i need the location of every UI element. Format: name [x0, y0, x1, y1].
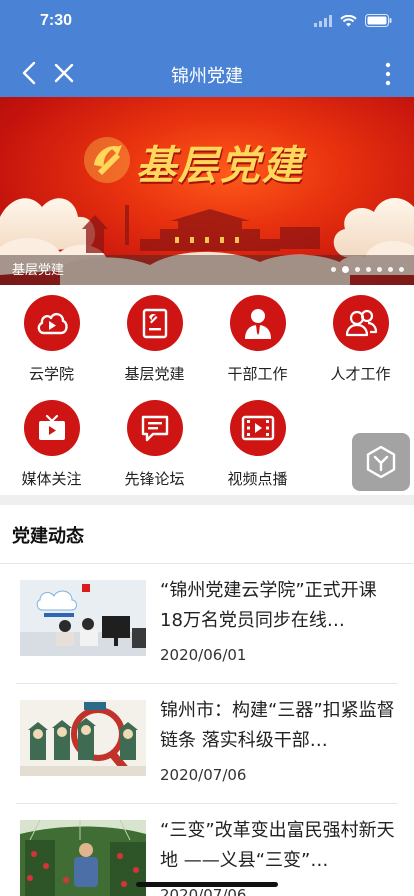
news-date: 2020/07/06: [160, 886, 247, 896]
carousel-dot-active[interactable]: [342, 266, 349, 273]
news-date: 2020/07/06: [160, 766, 247, 784]
carousel-dot[interactable]: [388, 267, 393, 272]
home-indicator[interactable]: [136, 882, 278, 887]
news-thumbnail: [20, 820, 146, 896]
carousel-dot[interactable]: [331, 267, 336, 272]
news-title: 锦州市：构建“三器”扣紧监督链条 落实科级干部…: [160, 700, 395, 751]
party-book-icon: [142, 308, 167, 339]
grid-label: 视频点播: [227, 470, 288, 488]
news-item[interactable]: “锦州党建云学院”正式开课 18万名党员同步在线… 2020/06/01: [0, 564, 414, 684]
wifi-icon: [340, 14, 357, 26]
grid-label: 人才工作: [330, 365, 391, 383]
grid-label: 云学院: [28, 365, 74, 383]
grid-item-cloud-academy[interactable]: 云学院: [0, 295, 103, 384]
news-title: “三变”改革变出富民强村新天地 ——义县“三变”…: [160, 820, 395, 871]
carousel-indicator: [331, 266, 404, 273]
grid-label: 媒体关注: [21, 470, 82, 488]
news-date: 2020/06/01: [160, 646, 247, 664]
status-bar: 7:30: [0, 0, 414, 46]
film-play-icon: [241, 415, 274, 441]
grid-icon-circle: [332, 295, 389, 351]
banner-caption: 基层党建: [12, 263, 65, 278]
battery-icon: [365, 14, 392, 27]
floating-assistant-button[interactable]: [352, 433, 410, 491]
grid-icon-circle: [126, 295, 183, 351]
top-bar: 7:30 锦州党建: [0, 0, 414, 97]
section-divider: [0, 495, 414, 505]
grid-label: 基层党建: [124, 365, 185, 383]
cloud-play-icon: [37, 313, 68, 335]
news-thumbnail: [20, 700, 146, 776]
talent-people-icon: [345, 309, 377, 337]
carousel-dot[interactable]: [377, 267, 382, 272]
section-title: 党建动态: [12, 526, 84, 547]
grid-label: 干部工作: [227, 365, 288, 383]
grid-icon-circle: [126, 400, 183, 456]
tv-icon: [38, 414, 65, 440]
nav-bar: 锦州党建: [0, 50, 414, 96]
news-title: “锦州党建云学院”正式开课 18万名党员同步在线…: [160, 580, 377, 631]
banner-title: 基层党建: [136, 142, 304, 189]
page-title: 锦州党建: [171, 66, 243, 87]
grid-item-grassroots-party[interactable]: 基层党建: [103, 295, 206, 384]
grid-label: 先锋论坛: [124, 470, 185, 488]
signal-icon: [314, 14, 332, 27]
more-menu-icon[interactable]: [384, 62, 392, 86]
carousel-dot[interactable]: [355, 267, 360, 272]
carousel-dot[interactable]: [399, 267, 404, 272]
grid-item-video-on-demand[interactable]: 视频点播: [206, 400, 309, 489]
status-icons: [314, 14, 392, 27]
grid-item-media-focus[interactable]: 媒体关注: [0, 400, 103, 489]
hexagon-y-icon: [366, 445, 396, 479]
carousel-dot[interactable]: [366, 267, 371, 272]
grid-item-pioneer-forum[interactable]: 先锋论坛: [103, 400, 206, 489]
grid-icon-circle: [229, 400, 286, 456]
cadre-person-icon: [244, 309, 271, 339]
grid-icon-circle: [229, 295, 286, 351]
banner-carousel[interactable]: 基层党建 基层党建: [0, 97, 414, 285]
grid-item-cadre-work[interactable]: 干部工作: [206, 295, 309, 384]
party-emblem-icon: [84, 137, 130, 183]
grid-item-talent-work[interactable]: 人才工作: [309, 295, 412, 384]
chat-forum-icon: [141, 415, 168, 442]
news-item[interactable]: 锦州市：构建“三器”扣紧监督链条 落实科级干部… 2020/07/06: [0, 684, 414, 804]
status-time: 7:30: [40, 12, 73, 29]
grid-icon-circle: [23, 295, 80, 351]
news-thumbnail: [20, 580, 146, 656]
grid-icon-circle: [23, 400, 80, 456]
